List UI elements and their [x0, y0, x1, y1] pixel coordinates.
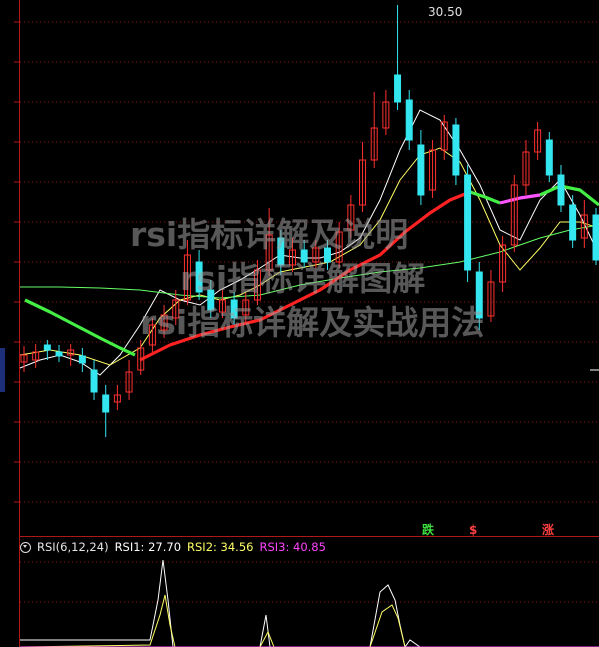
candle-body — [592, 214, 599, 261]
candle-body — [475, 271, 483, 319]
ma-line — [19, 147, 599, 366]
candle-body — [324, 247, 332, 263]
candlesticks[interactable] — [20, 5, 599, 437]
peak-price-label: 30.50 — [428, 5, 463, 19]
indicator-menu-icon[interactable] — [20, 541, 31, 553]
rsi2-line — [19, 594, 406, 647]
panel-marker — [0, 348, 5, 392]
candle-body — [569, 204, 577, 241]
candle-body — [277, 237, 285, 266]
long-ma-segment — [24, 298, 136, 357]
rsi3-value: RSI3: 40.85 — [259, 540, 326, 554]
rsi1-line — [20, 559, 421, 647]
candle-body — [55, 351, 63, 357]
candle-body — [230, 299, 238, 319]
moving-average-lines — [19, 109, 599, 376]
signal-dollar: $ — [469, 523, 478, 537]
rsi-lines — [19, 559, 599, 647]
candle-body — [417, 144, 425, 196]
signal-rise: 涨 — [542, 523, 555, 537]
candle-body — [90, 369, 98, 393]
candle-body — [557, 174, 565, 206]
candle-body — [195, 261, 203, 293]
rsi2-value: RSI2: 34.56 — [187, 540, 254, 554]
candle-body — [102, 394, 110, 413]
long-ma-segment — [539, 184, 599, 207]
candle-body — [464, 174, 472, 271]
rsi-indicator-bar: RSI(6,12,24) RSI1: 27.70 RSI2: 34.56 RSI… — [20, 538, 590, 556]
candle-body — [78, 355, 86, 364]
rsi1-value: RSI1: 27.70 — [114, 540, 182, 554]
signal-fall: 跌 — [422, 523, 435, 537]
long-ma-segment — [139, 190, 471, 362]
candle-body — [452, 124, 460, 176]
long-term-average-line — [24, 184, 599, 362]
stock-chart: 30.50 rsi指标详解及说明 rsi指标详解图解 rsi指标详解及实战用法 … — [0, 0, 599, 647]
candle-body — [545, 139, 553, 176]
ma-line — [19, 109, 599, 376]
candle-body — [394, 74, 402, 103]
candle-body — [300, 249, 308, 263]
rsi-title[interactable]: RSI(6,12,24) — [37, 540, 109, 554]
long-ma-segment — [499, 193, 541, 205]
candle-body — [207, 289, 215, 311]
candle-body — [43, 344, 51, 351]
long-ma-segment — [469, 190, 501, 205]
candle-body — [405, 99, 413, 141]
